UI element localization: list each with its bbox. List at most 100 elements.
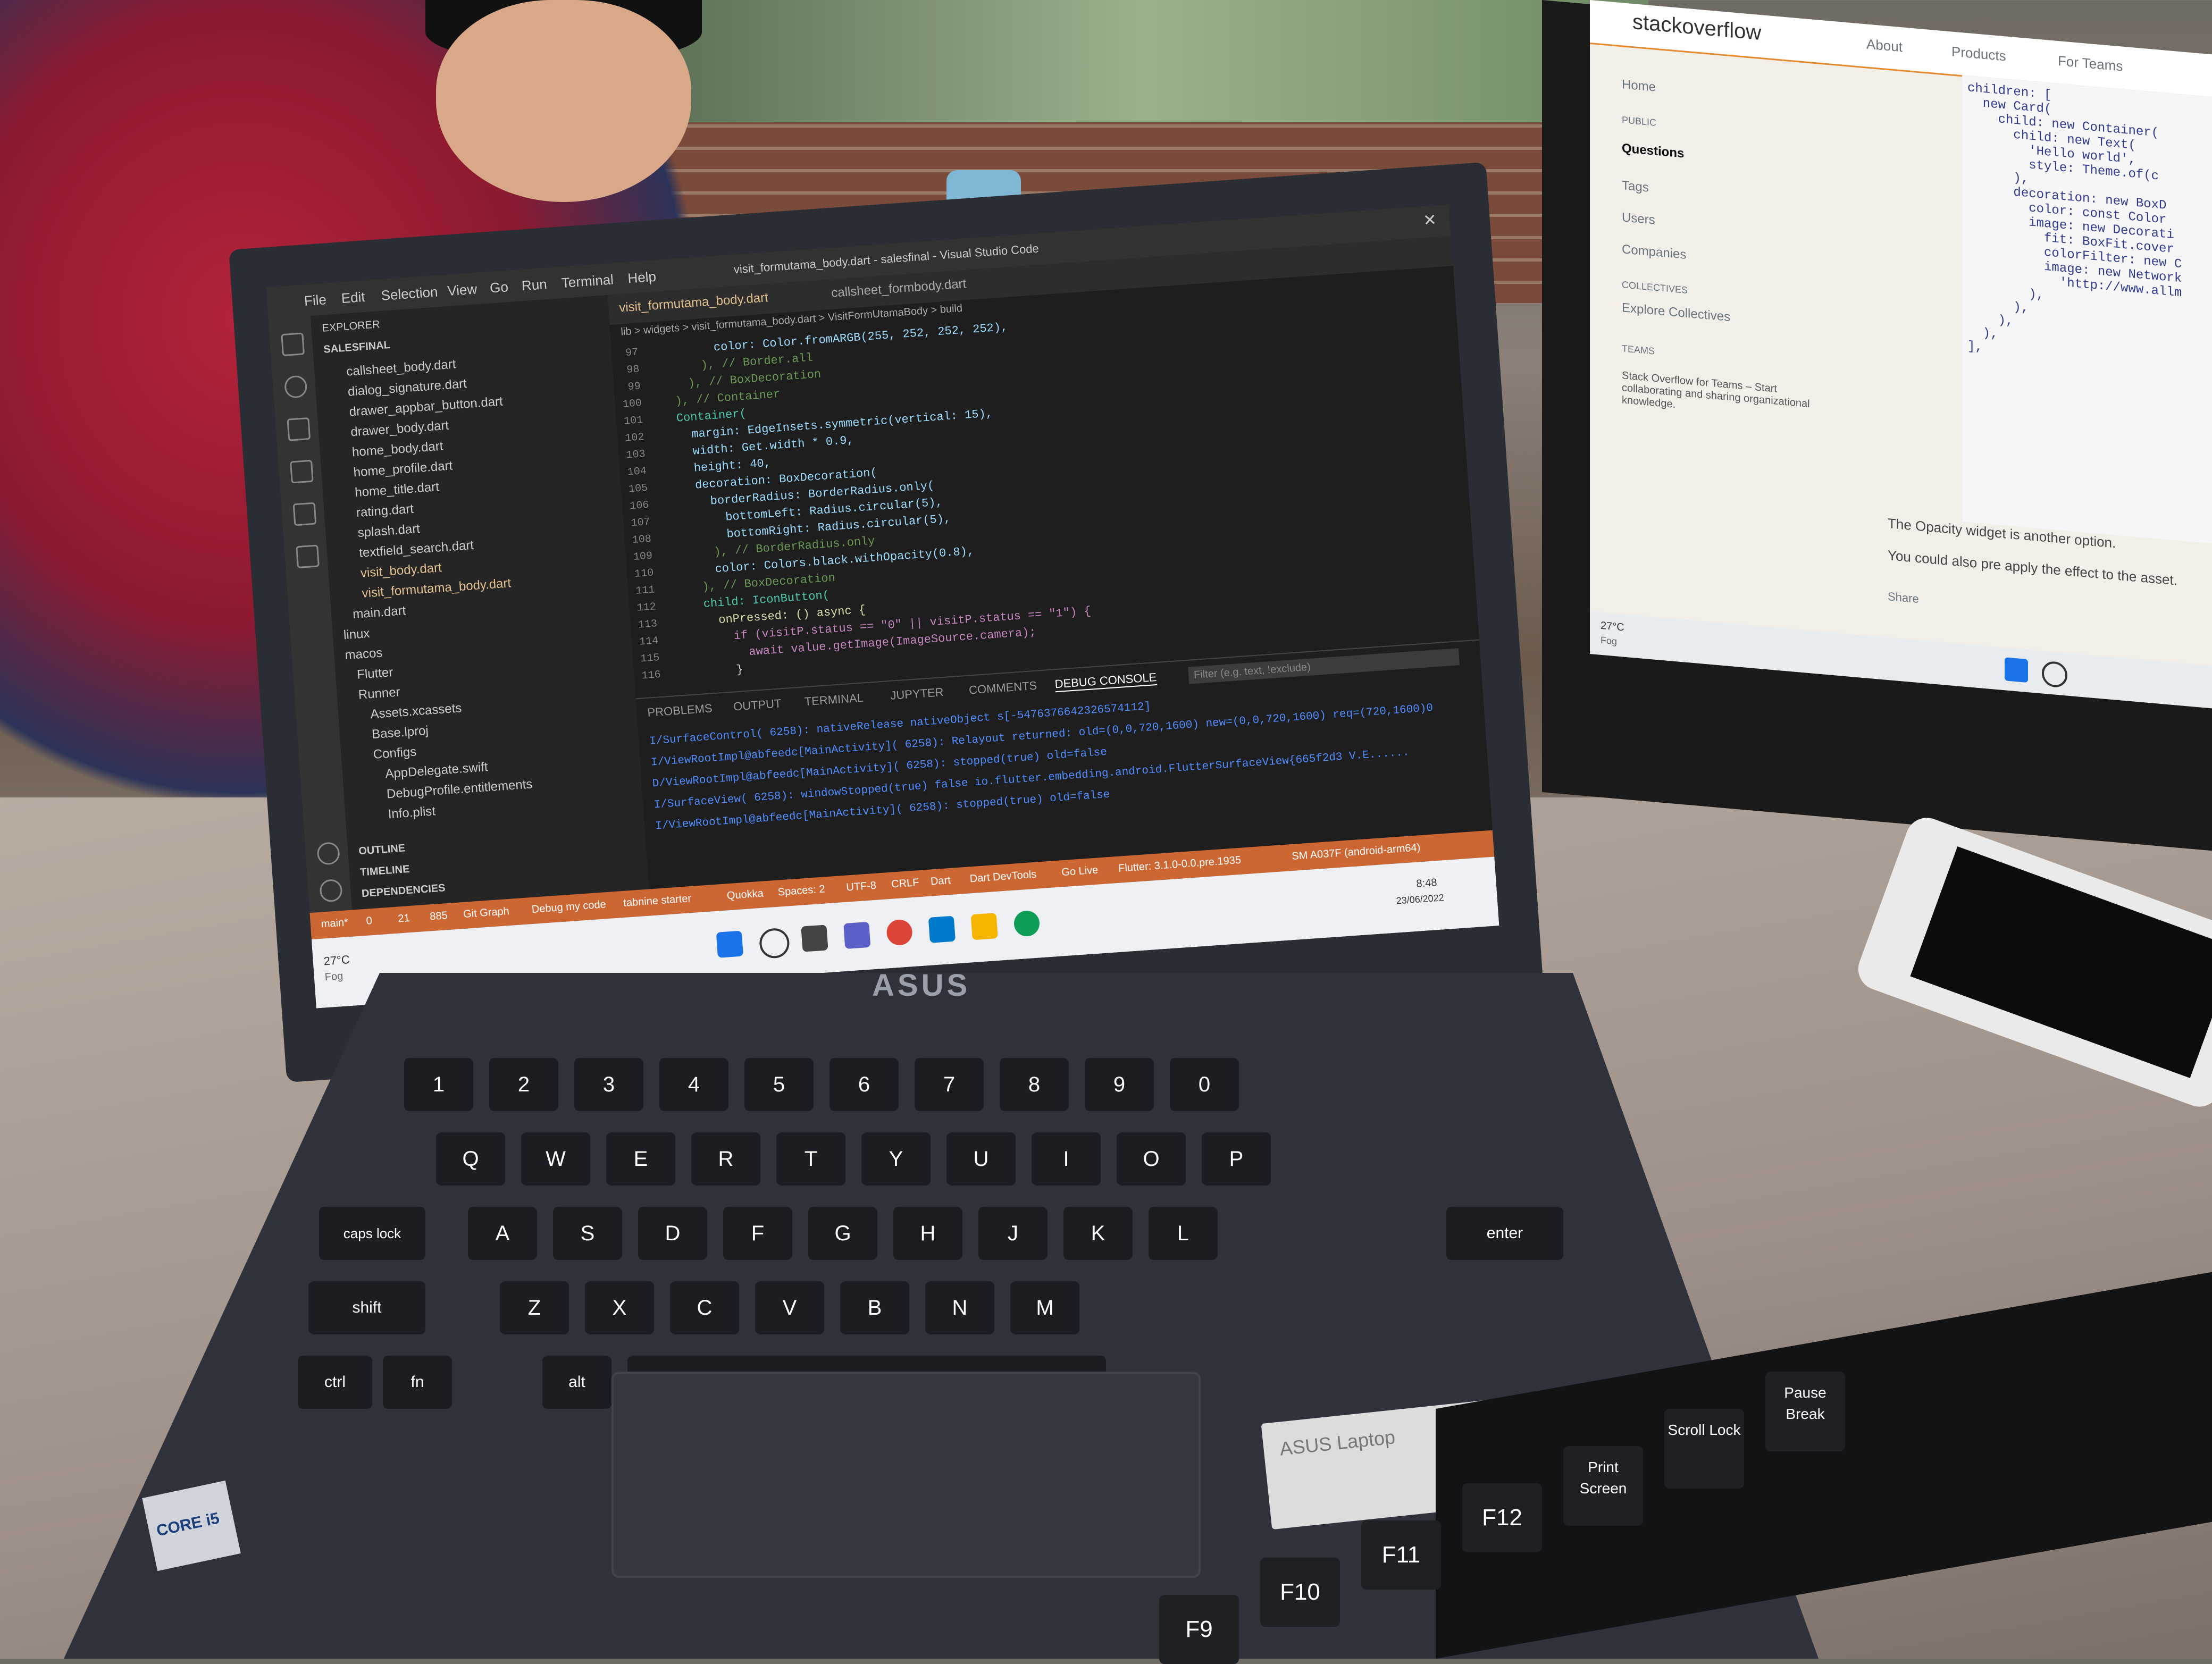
keyboard-key[interactable]: C [670, 1281, 739, 1334]
external-key[interactable]: F12 [1462, 1483, 1542, 1552]
keyboard-key[interactable]: 5 [744, 1058, 814, 1111]
dependencies-section[interactable]: DEPENDENCIES [361, 882, 446, 900]
file-tree-item[interactable]: textfield_search.dart [358, 538, 474, 561]
status-item[interactable]: 21 [398, 912, 410, 925]
keyboard-key[interactable]: Z [500, 1281, 569, 1334]
menu-terminal[interactable]: Terminal [561, 271, 614, 291]
so-sidebar-home[interactable]: Home [1622, 77, 1656, 95]
status-item[interactable]: SM A037F (android-arm64) [1292, 842, 1421, 863]
keyboard-key[interactable]: U [946, 1132, 1016, 1186]
run-debug-icon[interactable] [289, 459, 314, 484]
file-explorer-icon[interactable] [970, 913, 998, 940]
file-tree-item[interactable]: visit_formutama_body.dart [362, 576, 512, 601]
search-icon[interactable] [2042, 660, 2067, 688]
keyboard-key[interactable]: 6 [830, 1058, 899, 1111]
testing-icon[interactable] [296, 544, 320, 569]
menu-run[interactable]: Run [521, 276, 548, 294]
extensions-icon[interactable] [292, 502, 317, 526]
timeline-section[interactable]: TIMELINE [359, 863, 410, 879]
panel-tab[interactable]: COMMENTS [968, 679, 1037, 697]
code-line[interactable]: } [666, 663, 744, 682]
so-sidebar-tags[interactable]: Tags [1622, 178, 1649, 195]
file-tree-item[interactable]: splash.dart [357, 522, 421, 541]
status-item[interactable]: tabnine starter [623, 893, 692, 910]
status-item[interactable]: CRLF [891, 877, 919, 891]
keyboard-key[interactable]: 4 [659, 1058, 728, 1111]
external-key[interactable]: F10 [1260, 1558, 1340, 1627]
windows-start-icon[interactable] [2005, 657, 2028, 683]
keyboard-key[interactable]: R [691, 1132, 760, 1186]
file-tree-item[interactable]: home_body.dart [351, 439, 443, 460]
menu-edit[interactable]: Edit [341, 289, 366, 307]
alt-key[interactable]: alt [542, 1356, 611, 1409]
file-tree-item[interactable]: AppDelegate.swift [385, 760, 489, 781]
task-view-icon[interactable] [801, 925, 828, 952]
status-item[interactable]: Spaces: 2 [777, 883, 825, 898]
keyboard-key[interactable]: W [521, 1132, 590, 1186]
menu-help[interactable]: Help [627, 268, 657, 287]
keyboard-key[interactable]: E [606, 1132, 675, 1186]
so-sidebar-companies[interactable]: Companies [1622, 242, 1686, 263]
status-item[interactable]: Quokka [726, 888, 764, 903]
external-key[interactable]: Pause Break [1765, 1372, 1845, 1451]
external-key[interactable]: Print Screen [1563, 1446, 1643, 1526]
vscode-icon[interactable] [928, 915, 956, 943]
panel-tab[interactable]: OUTPUT [733, 696, 782, 713]
file-tree-item[interactable]: Flutter [356, 665, 393, 683]
menu-selection[interactable]: Selection [381, 284, 439, 304]
file-tree-item[interactable]: home_title.dart [354, 480, 439, 500]
keyboard-key[interactable]: O [1117, 1132, 1186, 1186]
status-item[interactable]: Dart DevTools [969, 869, 1037, 886]
code-editor[interactable]: visit_formutama_body.dart callsheet_form… [607, 236, 1479, 699]
file-tree-item[interactable]: Info.plist [388, 804, 436, 822]
code-line[interactable]: Container( [648, 407, 747, 427]
file-tree-item[interactable]: Base.lproj [371, 724, 429, 742]
file-tree-item[interactable]: linux [343, 626, 370, 643]
file-tree-item[interactable]: dialog_signature.dart [347, 376, 467, 400]
monitor-weather[interactable]: 27°C [1601, 620, 1624, 634]
keyboard-key[interactable]: 1 [404, 1058, 473, 1111]
keyboard-key[interactable]: M [1010, 1281, 1079, 1334]
status-item[interactable]: UTF-8 [846, 880, 877, 894]
fn-key[interactable]: fn [383, 1356, 452, 1409]
tab-callsheet-formbody[interactable]: callsheet_formbody.dart [831, 276, 967, 301]
file-tree-item[interactable]: Runner [358, 685, 400, 702]
keyboard-key[interactable]: Y [861, 1132, 931, 1186]
chat-icon[interactable] [843, 921, 871, 949]
file-tree-item[interactable]: callsheet_body.dart [346, 357, 457, 379]
so-nav-about[interactable]: About [1866, 36, 1903, 55]
caps-lock-key[interactable]: caps lock [319, 1207, 425, 1260]
so-teams-promo[interactable]: Stack Overflow for Teams – Start collabo… [1622, 369, 1824, 424]
outline-section[interactable]: OUTLINE [358, 842, 406, 858]
file-tree-item[interactable]: drawer_body.dart [350, 418, 449, 440]
file-tree-item[interactable]: Configs [373, 744, 417, 762]
menu-go[interactable]: Go [489, 279, 509, 296]
file-tree-item[interactable]: rating.dart [356, 502, 414, 520]
enter-key[interactable]: enter [1446, 1207, 1563, 1260]
so-sidebar-explore[interactable]: Explore Collectives [1622, 300, 1730, 325]
file-tree-item[interactable]: home_profile.dart [353, 458, 453, 480]
keyboard-key[interactable]: 8 [1000, 1058, 1069, 1111]
keyboard-key[interactable]: T [776, 1132, 845, 1186]
external-key[interactable]: F9 [1159, 1595, 1239, 1664]
file-tree-item[interactable]: macos [345, 645, 383, 663]
keyboard-key[interactable]: J [978, 1207, 1048, 1260]
keyboard-key[interactable]: K [1063, 1207, 1133, 1260]
file-tree-item[interactable]: visit_body.dart [360, 560, 442, 581]
tab-visit-formutama[interactable]: visit_formutama_body.dart [618, 290, 768, 316]
keyboard-key[interactable]: 7 [915, 1058, 984, 1111]
keyboard-key[interactable]: 0 [1170, 1058, 1239, 1111]
search-icon[interactable] [283, 375, 308, 399]
keyboard-key[interactable]: I [1032, 1132, 1101, 1186]
file-tree-item[interactable]: DebugProfile.entitlements [386, 777, 533, 802]
so-sidebar-users[interactable]: Users [1622, 210, 1655, 228]
keyboard-key[interactable]: G [808, 1207, 877, 1260]
touchpad[interactable] [611, 1372, 1201, 1578]
panel-tab[interactable]: JUPYTER [890, 685, 944, 703]
keyboard-key[interactable]: P [1202, 1132, 1271, 1186]
keyboard-key[interactable]: 3 [574, 1058, 643, 1111]
keyboard-key[interactable]: A [468, 1207, 537, 1260]
panel-tab[interactable]: TERMINAL [804, 691, 864, 709]
settings-gear-icon[interactable] [319, 878, 343, 903]
so-sidebar-questions[interactable]: Questions [1622, 141, 1684, 161]
